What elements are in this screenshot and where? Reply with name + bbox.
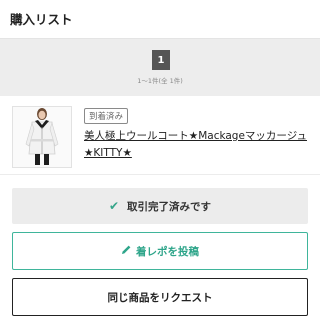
check-icon: ✔ <box>108 199 120 213</box>
pagination-band: 1 1～1件(全 1件) <box>0 39 320 96</box>
white-coat-photo <box>13 107 71 167</box>
request-same-item-label: 同じ商品をリクエスト <box>107 291 213 304</box>
post-review-button[interactable]: 着レポを投稿 <box>12 232 308 270</box>
transaction-complete-label: 取引完了済みです <box>127 200 212 213</box>
request-same-item-button[interactable]: 同じ商品をリクエスト <box>12 278 308 316</box>
item-thumbnail[interactable] <box>12 106 72 168</box>
page-title: 購入リスト <box>10 12 73 27</box>
app-header: 購入リスト <box>0 0 320 39</box>
page-number-button[interactable]: 1 <box>152 50 170 70</box>
pencil-icon <box>121 244 132 258</box>
list-item: 到着済み 美人極上ウールコート★Mackageマッカージュ★KITTY★ <box>0 96 320 175</box>
status-badge: 到着済み <box>84 108 129 124</box>
post-review-label: 着レポを投稿 <box>136 245 199 258</box>
transaction-complete-button: ✔ 取引完了済みです <box>12 188 308 224</box>
page-count-info: 1～1件(全 1件) <box>137 77 183 85</box>
item-title-link[interactable]: 美人極上ウールコート★Mackageマッカージュ★KITTY★ <box>84 128 310 162</box>
